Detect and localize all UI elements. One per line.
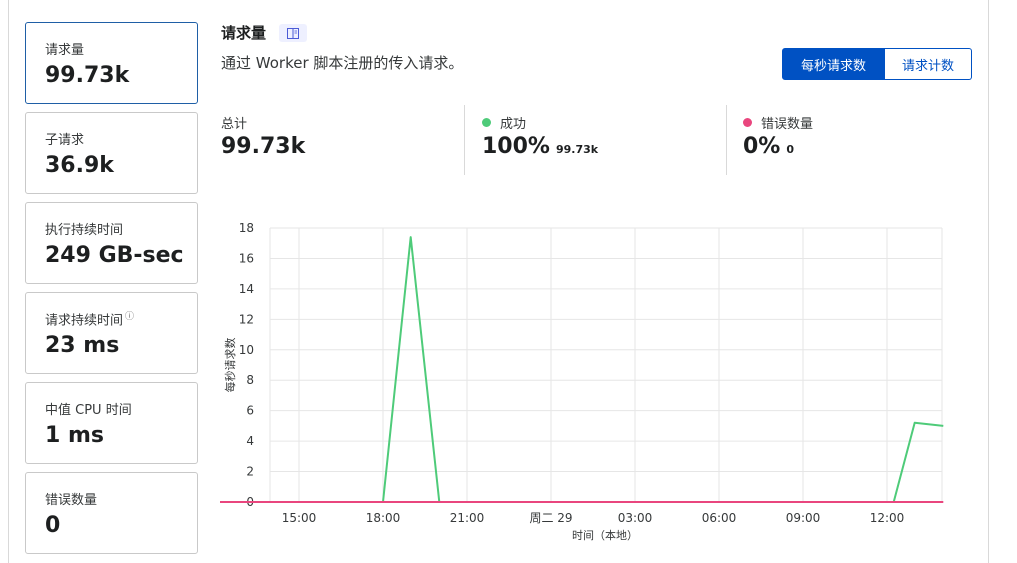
metric-value: 36.9k [45, 153, 114, 178]
metric-card-errors[interactable]: 错误数量 0 [25, 472, 198, 554]
errors-value: 0% [743, 134, 781, 159]
y-tick-label: 16 [239, 251, 254, 265]
metric-label: 执行持续时间 [45, 223, 124, 238]
errors-value-wrap: 0% 0 [743, 134, 794, 159]
x-tick-label: 09:00 [786, 511, 821, 525]
metric-label-wrap: 请求持续时间 ⓘ [45, 309, 134, 328]
errors-label: 错误数量 [761, 117, 814, 132]
y-tick-label: 18 [239, 221, 254, 235]
info-icon[interactable]: ⓘ [125, 312, 134, 322]
metric-value: 0 [45, 513, 61, 538]
success-count: 99.73k [555, 143, 599, 156]
requests-line-chart[interactable]: 02468101214161815:00 18:00 21:00 周二 29 03:00… [220, 215, 960, 545]
x-tick-label: 18:00 [366, 511, 401, 525]
metric-card-execution-duration[interactable]: 执行持续时间 249 GB-sec [25, 202, 198, 284]
total-label: 总计 [221, 117, 248, 132]
success-dot-icon [482, 118, 491, 127]
metric-card-subrequests[interactable]: 子请求 36.9k [25, 112, 198, 194]
metric-label: 请求持续时间 [45, 313, 124, 329]
page-title: 请求量 [221, 24, 267, 42]
series-line-success [220, 236, 944, 503]
panel-left-border [8, 0, 9, 563]
metric-value: 99.73k [45, 63, 130, 88]
total-value: 99.73k [221, 134, 306, 159]
request-count-button[interactable]: 请求计数 [885, 48, 972, 80]
success-label-wrap: 成功 [482, 113, 526, 132]
errors-count: 0 [786, 143, 795, 156]
metric-label: 错误数量 [45, 493, 98, 508]
metric-label: 中值 CPU 时间 [45, 403, 132, 418]
errors-label-wrap: 错误数量 [743, 113, 813, 132]
y-tick-label: 12 [239, 312, 254, 326]
book-icon[interactable] [279, 24, 307, 42]
x-tick-label: 03:00 [618, 511, 653, 525]
metric-value: 249 GB-sec [45, 243, 184, 268]
metric-value: 1 ms [45, 423, 104, 448]
metric-card-requests[interactable]: 请求量 99.73k [25, 22, 198, 104]
success-value-wrap: 100% 99.73k [482, 134, 598, 159]
x-axis-title: 时间（本地） [572, 528, 638, 542]
x-tick-label: 周二 29 [529, 511, 572, 525]
y-tick-label: 10 [239, 343, 254, 357]
view-mode-toggle: 每秒请求数 请求计数 [782, 48, 972, 80]
success-label: 成功 [500, 117, 527, 132]
panel-right-border [988, 0, 989, 563]
error-dot-icon [743, 118, 752, 127]
x-tick-label: 06:00 [702, 511, 737, 525]
metric-value: 23 ms [45, 333, 120, 358]
stat-divider [726, 105, 727, 175]
y-axis-title: 每秒请求数 [223, 338, 237, 393]
x-tick-label: 15:00 [282, 511, 317, 525]
page-subtitle: 通过 Worker 脚本注册的传入请求。 [221, 54, 464, 72]
y-tick-label: 8 [246, 373, 254, 387]
stat-divider [464, 105, 465, 175]
metric-card-median-cpu[interactable]: 中值 CPU 时间 1 ms [25, 382, 198, 464]
metric-label: 请求量 [45, 43, 85, 58]
x-tick-label: 21:00 [450, 511, 485, 525]
y-tick-label: 6 [246, 404, 254, 418]
requests-per-second-button[interactable]: 每秒请求数 [782, 48, 885, 80]
metric-label: 子请求 [45, 133, 85, 148]
metric-card-request-duration[interactable]: 请求持续时间 ⓘ 23 ms [25, 292, 198, 374]
success-value: 100% [482, 134, 550, 159]
y-tick-label: 14 [239, 282, 254, 296]
y-tick-label: 2 [246, 465, 254, 479]
y-tick-label: 4 [246, 434, 254, 448]
x-tick-label: 12:00 [870, 511, 905, 525]
